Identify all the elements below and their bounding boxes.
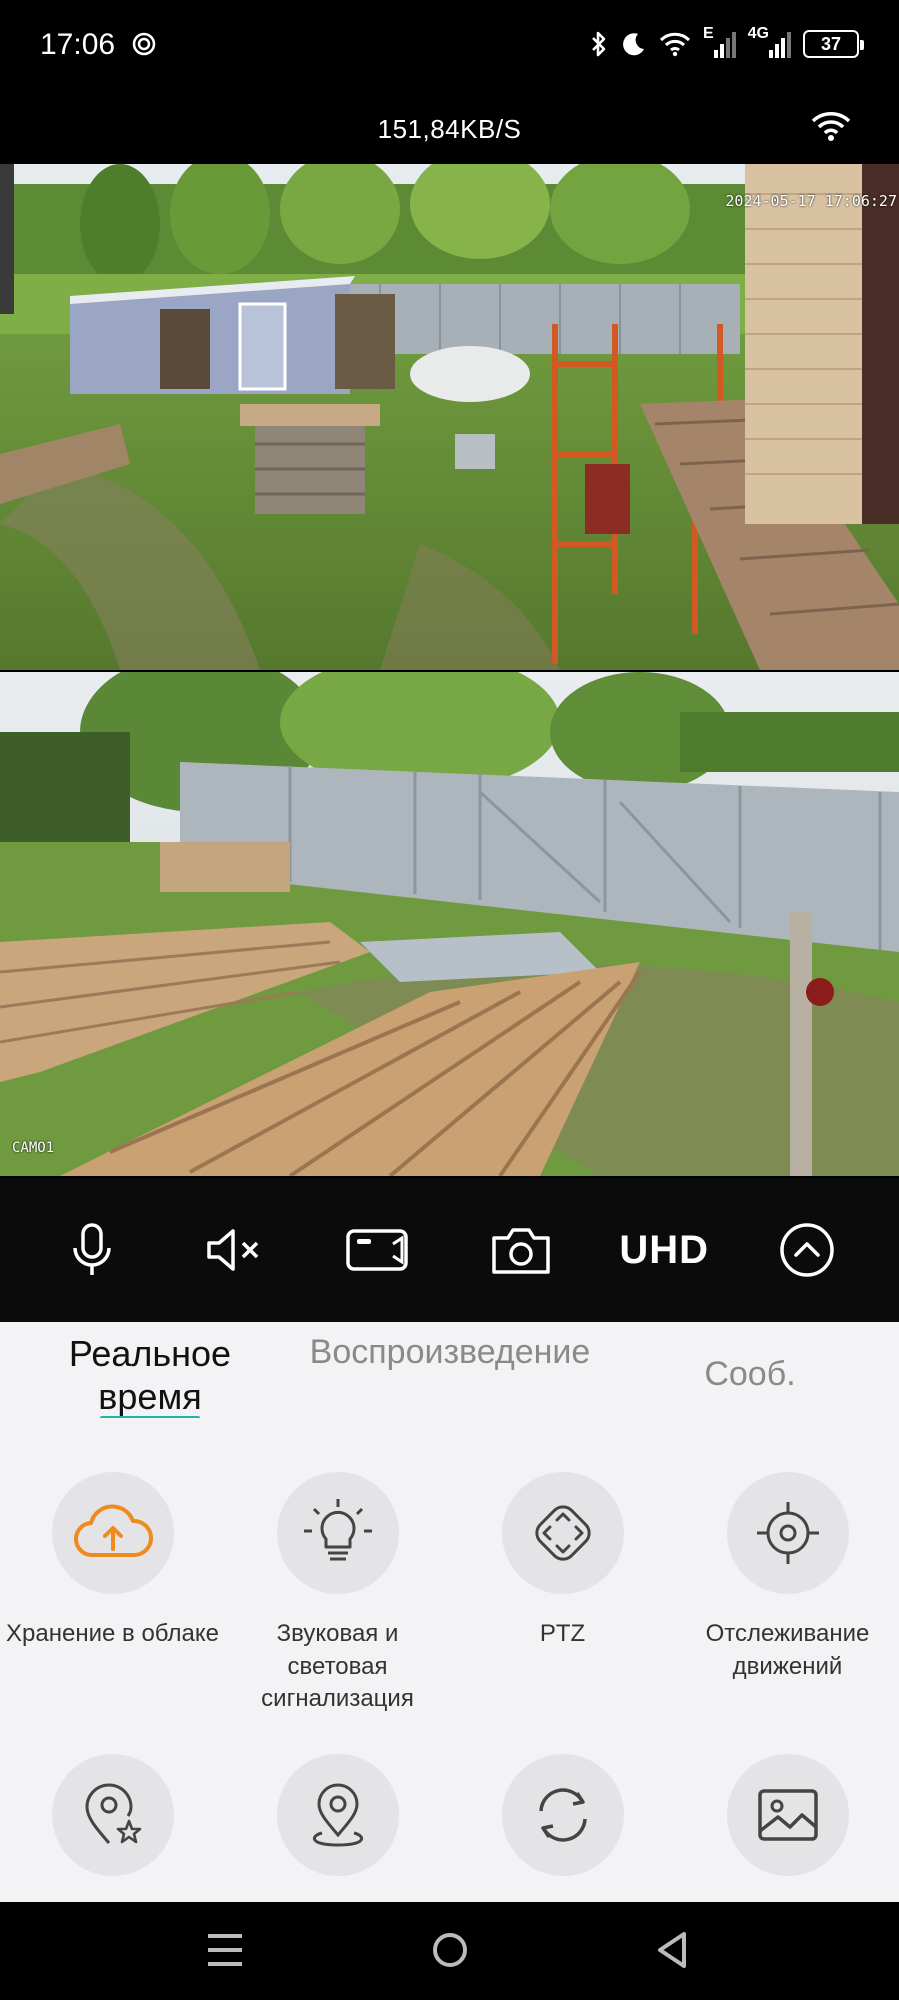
feature-icon-bg: [51, 1754, 174, 1876]
status-bar: 17:06 E 4G 37: [0, 0, 899, 92]
system-nav-bar: [0, 1902, 899, 2000]
bluetooth-icon: [592, 31, 606, 57]
feature-icon-bg: [726, 1472, 849, 1594]
menu-icon[interactable]: [206, 1930, 244, 1970]
feature-rotate[interactable]: [450, 1754, 675, 1900]
tab-messages[interactable]: Сооб.: [680, 1354, 820, 1395]
feature-gallery[interactable]: [675, 1754, 899, 1900]
speaker-mute-icon: [206, 1229, 258, 1271]
camera-feed-1-image: [0, 164, 899, 670]
feature-icon-bg: [501, 1472, 624, 1594]
microphone-button[interactable]: [37, 1205, 147, 1295]
camera-timestamp: 2024-05-17 17:06:27: [725, 192, 897, 210]
battery-indicator: 37: [803, 30, 864, 58]
moon-icon: [623, 33, 644, 56]
video-record-icon: [346, 1229, 408, 1271]
camera-feed-2-image: [0, 672, 899, 1176]
network-e-label: E: [702, 25, 714, 42]
feature-label: Хранение в облаке: [6, 1620, 219, 1647]
camera-snapshot-icon: [492, 1228, 550, 1274]
tab-playback[interactable]: Воспроизведение: [290, 1332, 610, 1373]
rotate-icon: [538, 1788, 587, 1842]
feature-label: PTZ: [539, 1620, 586, 1647]
back-icon[interactable]: [654, 1930, 690, 1970]
view-tabs: Реальное время Воспроизведение Сооб.: [0, 1322, 899, 1420]
camera-label: CAMO1: [12, 1140, 55, 1156]
location-target-icon: [132, 32, 156, 56]
feature-icon-bg: [276, 1472, 399, 1594]
stream-header: 151,84KB/S: [0, 92, 899, 164]
snapshot-button[interactable]: [466, 1205, 576, 1295]
chevron-up-icon: [780, 1223, 835, 1277]
feature-ptz[interactable]: PTZ: [450, 1472, 675, 1651]
microphone-icon: [72, 1223, 111, 1275]
feature-grid: Хранение в облаке Звуковая и световая си…: [0, 1418, 899, 1902]
feature-icon-bg: [501, 1754, 624, 1876]
ptz-icon: [534, 1505, 591, 1561]
feature-motion-tracking[interactable]: Отслеживание движений: [675, 1472, 899, 1683]
feature-label: Отслеживание движений: [705, 1620, 870, 1680]
status-icons: E 4G 37: [589, 24, 864, 64]
signal-icon-2: [769, 32, 791, 58]
home-icon[interactable]: [430, 1930, 470, 1970]
motion-tracking-icon: [756, 1502, 819, 1564]
feature-location[interactable]: [225, 1754, 450, 1900]
light-alarm-icon: [303, 1499, 372, 1561]
camera-feed-2[interactable]: CAMO1: [0, 672, 899, 1176]
feature-sound-light-alarm[interactable]: Звуковая и световая сигнализация: [225, 1472, 450, 1716]
network-4g-label: 4G: [747, 25, 769, 42]
wifi-signal-icon: [811, 112, 851, 141]
gallery-icon: [757, 1789, 818, 1841]
stream-speed: 151,84KB/S: [377, 114, 522, 144]
feature-favorite-location[interactable]: [0, 1754, 225, 1900]
mute-button[interactable]: [180, 1205, 290, 1295]
feature-icon-bg: [276, 1754, 399, 1876]
expand-button[interactable]: [752, 1205, 862, 1295]
tab-live[interactable]: Реальное время: [40, 1332, 260, 1418]
location-pin-icon: [312, 1783, 363, 1847]
feature-icon-bg: [51, 1472, 174, 1594]
favorite-location-icon: [84, 1783, 141, 1844]
camera-feed-1[interactable]: 2024-05-17 17:06:27: [0, 164, 899, 670]
signal-icon: [713, 32, 736, 58]
feature-label: Звуковая и световая сигнализация: [261, 1620, 414, 1713]
status-time: 17:06: [40, 28, 116, 61]
feature-cloud-storage[interactable]: Хранение в облаке: [0, 1472, 225, 1651]
wifi-icon: [659, 32, 691, 57]
cloud-upload-icon: [73, 1504, 153, 1558]
feature-icon-bg: [726, 1754, 849, 1876]
quality-button[interactable]: UHD: [609, 1205, 719, 1295]
record-button[interactable]: [323, 1205, 433, 1295]
playback-controls: UHD: [0, 1178, 899, 1322]
